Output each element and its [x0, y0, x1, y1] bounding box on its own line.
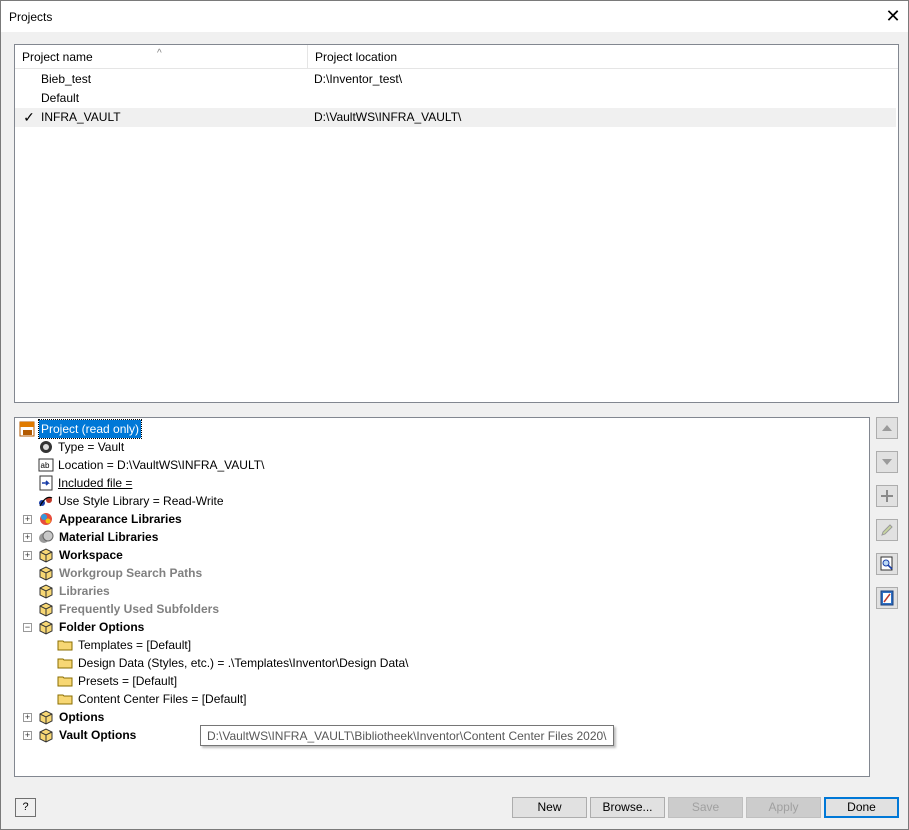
add-path-button[interactable] — [876, 485, 898, 507]
folder-cube-icon — [39, 602, 53, 617]
vault-type-icon — [40, 441, 52, 453]
folder-icon — [57, 694, 73, 705]
appearance-library-icon — [40, 513, 52, 525]
project-location: D:\VaultWS\INFRA_VAULT\ — [314, 110, 462, 124]
expand-icon[interactable]: + — [23, 533, 32, 542]
move-down-button[interactable] — [876, 451, 898, 473]
title-bar: Projects ✕ — [1, 1, 908, 32]
projects-dialog: Projects ✕ Project name ^ Project locati… — [0, 0, 909, 830]
browse-button[interactable]: Browse... — [590, 797, 665, 818]
folder-cube-icon — [39, 584, 53, 599]
move-up-button[interactable] — [876, 417, 898, 439]
close-button[interactable]: ✕ — [878, 1, 908, 31]
expand-icon[interactable]: + — [23, 515, 32, 524]
tree-label-root: Project (read only) — [37, 419, 143, 439]
path-tooltip: D:\VaultWS\INFRA_VAULT\Bibliotheek\Inven… — [200, 725, 614, 746]
text-field-icon: ab — [38, 458, 54, 472]
arrow-down-icon — [882, 459, 892, 465]
folder-cube-icon — [39, 548, 53, 563]
window-title: Projects — [9, 10, 53, 24]
plus-icon — [881, 490, 893, 502]
folder-cube-icon — [39, 728, 53, 743]
project-row-active[interactable]: ✓ INFRA_VAULT D:\VaultWS\INFRA_VAULT\ — [15, 108, 896, 127]
expand-icon[interactable]: + — [23, 551, 32, 560]
checkmark-icon: ✓ — [23, 109, 35, 125]
column-header-project-name[interactable]: Project name ^ — [15, 45, 308, 69]
folder-icon — [57, 658, 73, 669]
magnifier-document-icon — [880, 556, 893, 571]
apply-button[interactable]: Apply — [746, 797, 821, 818]
sort-up-icon: ^ — [157, 48, 162, 59]
included-file-icon — [39, 475, 53, 491]
project-row[interactable]: Bieb_test D:\Inventor_test\ — [15, 70, 896, 89]
edit-file-button[interactable] — [876, 587, 898, 609]
expand-icon[interactable]: + — [23, 731, 32, 740]
svg-text:ab: ab — [41, 461, 50, 470]
project-rows: Bieb_test D:\Inventor_test\ Default ✓ IN… — [15, 70, 896, 127]
project-name: INFRA_VAULT — [41, 110, 121, 124]
collapse-icon[interactable]: − — [23, 623, 32, 632]
expand-icon[interactable]: + — [23, 713, 32, 722]
edit-document-icon — [880, 590, 894, 606]
folder-cube-icon — [39, 620, 53, 635]
column-header-project-location[interactable]: Project location — [308, 45, 896, 69]
project-name: Default — [41, 91, 80, 105]
done-button[interactable]: Done — [824, 797, 899, 818]
project-file-icon — [19, 421, 35, 437]
folder-icon — [57, 676, 73, 687]
project-list[interactable]: Project name ^ Project location Bieb_tes… — [14, 44, 899, 403]
style-library-icon — [39, 496, 53, 507]
edit-path-button[interactable] — [876, 519, 898, 541]
project-row[interactable]: Default — [15, 89, 896, 108]
new-button[interactable]: New — [512, 797, 587, 818]
folder-cube-icon — [39, 710, 53, 725]
help-button[interactable]: ? — [15, 798, 36, 817]
find-path-button[interactable] — [876, 553, 898, 575]
save-button[interactable]: Save — [668, 797, 743, 818]
project-name: Bieb_test — [41, 72, 92, 86]
folder-icon — [57, 640, 73, 651]
list-header: Project name ^ Project location — [15, 45, 898, 69]
material-library-icon — [39, 530, 54, 543]
arrow-up-icon — [882, 425, 892, 431]
project-settings-tree[interactable]: Project (read only) Type = Vault ab Loca… — [14, 417, 870, 777]
pencil-icon — [881, 524, 893, 536]
folder-cube-icon — [39, 566, 53, 581]
project-location: D:\Inventor_test\ — [314, 72, 403, 86]
